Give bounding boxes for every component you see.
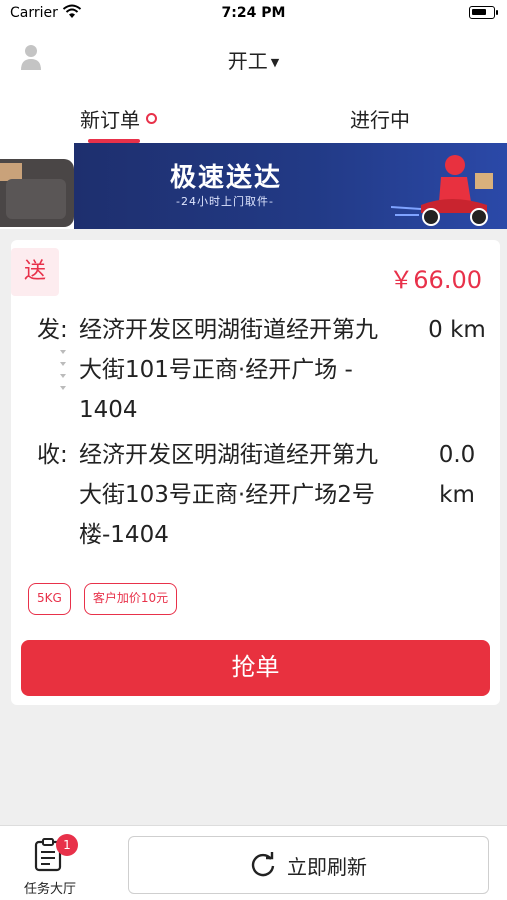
banner-slide: 极速送达 -24小时上门取件- [74,143,507,229]
grab-order-button[interactable]: 抢单 [21,640,490,696]
new-indicator-icon [146,113,157,124]
package-icon [0,163,66,219]
refresh-label: 立即刷新 [287,855,367,879]
tab-new-orders[interactable]: 新订单 [80,104,157,133]
work-status-dropdown[interactable]: 开工 ▼ [0,45,507,74]
order-price: ￥66.00 [389,266,482,294]
notification-badge: 1 [56,834,78,856]
task-hall-tab[interactable]: 1 任务大厅 [14,834,86,897]
order-card[interactable]: 送 ￥66.00 发: 经济开发区明湖街道经开第九大街101号正商·经开广场 -… [11,240,500,705]
status-bar: Carrier 7:24 PM [0,0,507,28]
tab-new-orders-label: 新订单 [80,108,140,132]
order-tags: 5KG 客户加价10元 [28,583,185,615]
pickup-label: 发: [37,317,68,343]
tab-in-progress-label: 进行中 [350,108,410,132]
refresh-icon [251,852,275,877]
pickup-distance: 0 km [428,317,486,343]
dropoff-distance: 0.0 km [438,442,476,508]
chevron-down-icon: ▼ [270,56,280,69]
route-arrows-icon [60,350,66,390]
clock: 7:24 PM [221,5,286,21]
dropoff-label: 收: [37,442,68,468]
task-hall-label: 任务大厅 [23,882,76,897]
dropoff-address: 经济开发区明湖街道经开第九大街103号正商·经开广场2号楼-1404 [79,442,378,548]
surcharge-tag: 客户加价10元 [83,583,178,615]
order-type-badge: 送 [11,248,59,296]
order-tabs: 新订单 进行中 [0,88,507,143]
nav-bar: 开工 ▼ [0,28,507,88]
battery-icon [469,6,498,19]
banner-prev-slide [0,159,74,227]
banner-title: 极速送达 [170,163,283,193]
courier-scooter-icon [391,155,493,226]
pickup-address: 经济开发区明湖街道经开第九大街101号正商·经开广场 - 1404 [79,317,378,423]
banner-subtitle: -24小时上门取件- [176,195,274,208]
weight-tag: 5KG [28,583,71,615]
refresh-button[interactable]: 立即刷新 [128,836,489,894]
bottom-bar: 1 任务大厅 立即刷新 [0,825,507,900]
work-status-label: 开工 [227,49,268,73]
promo-banner[interactable]: 极速送达 -24小时上门取件- [0,143,507,229]
tab-in-progress[interactable]: 进行中 [350,104,410,133]
